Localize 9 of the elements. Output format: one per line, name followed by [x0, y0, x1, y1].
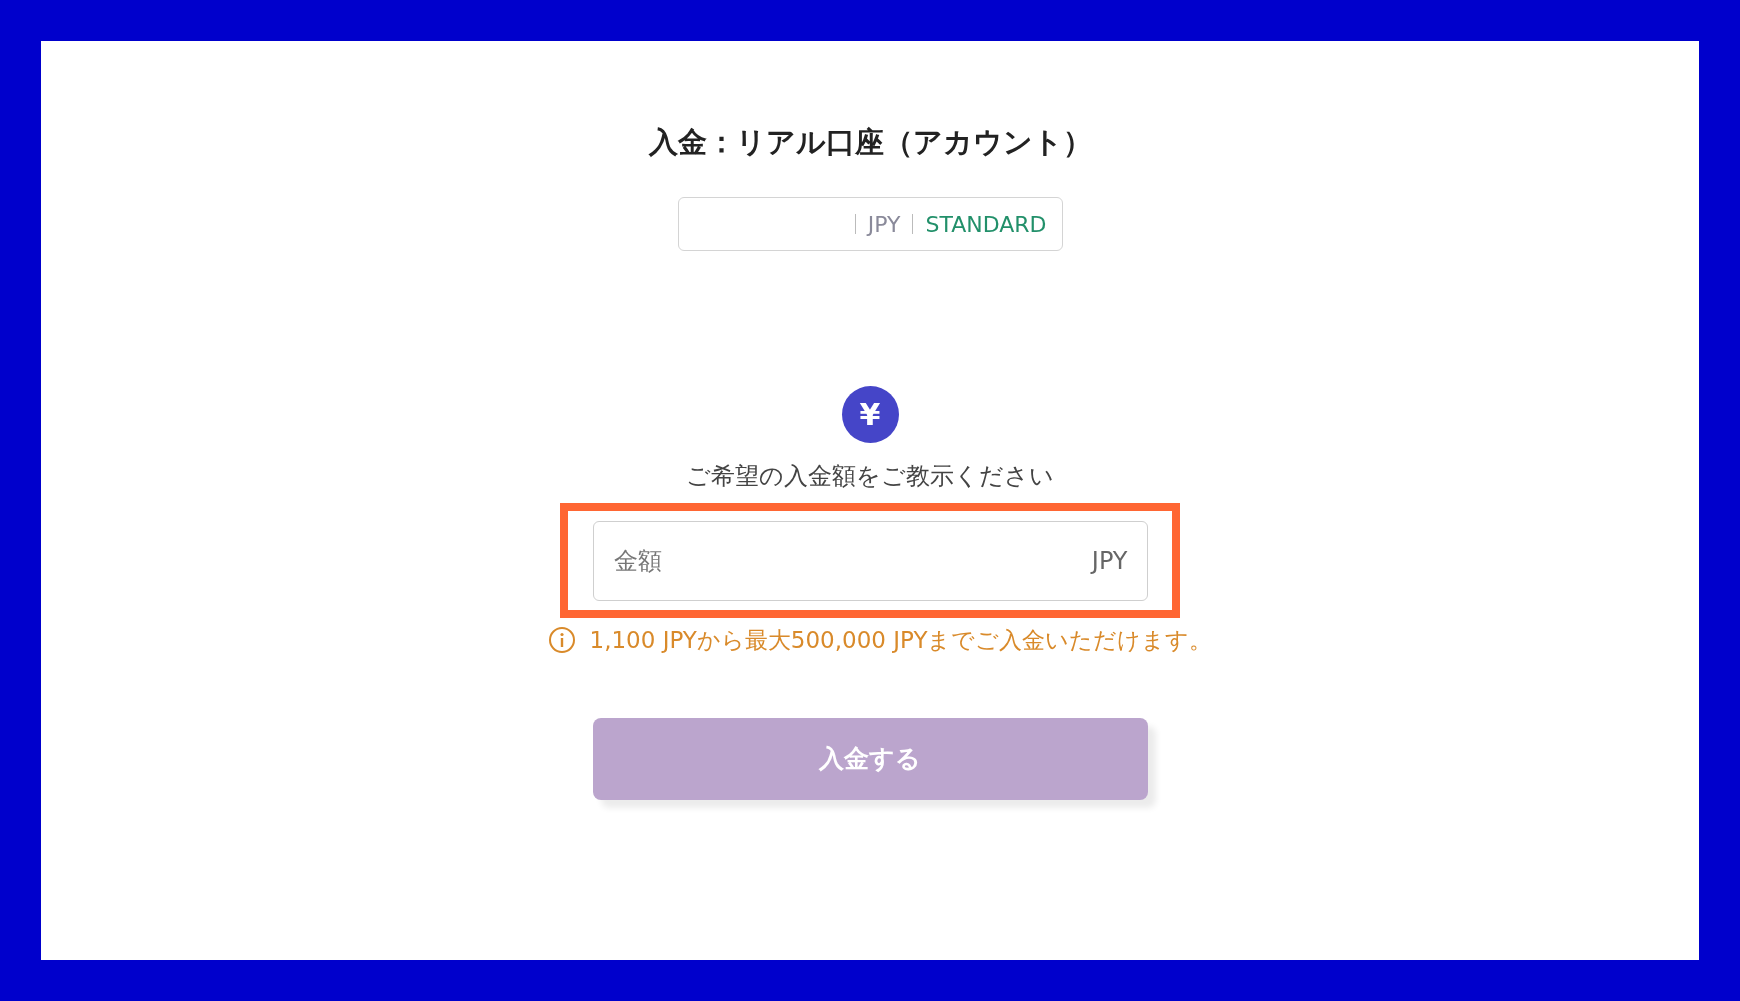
info-icon [547, 626, 576, 654]
yen-icon: ¥ [841, 386, 899, 443]
amount-prompt: ご希望の入金額をご教示ください [686, 461, 1054, 492]
account-currency: JPY [867, 210, 901, 239]
page-title: 入金：リアル口座（アカウント） [648, 124, 1092, 161]
account-selector[interactable]: JPY STANDARD [677, 197, 1063, 251]
currency-suffix: JPY [1091, 545, 1128, 577]
account-type: STANDARD [925, 210, 1047, 239]
deposit-limit-notice: 1,100 JPYから最大500,000 JPYまでご入金いただけます。 [589, 626, 1213, 655]
